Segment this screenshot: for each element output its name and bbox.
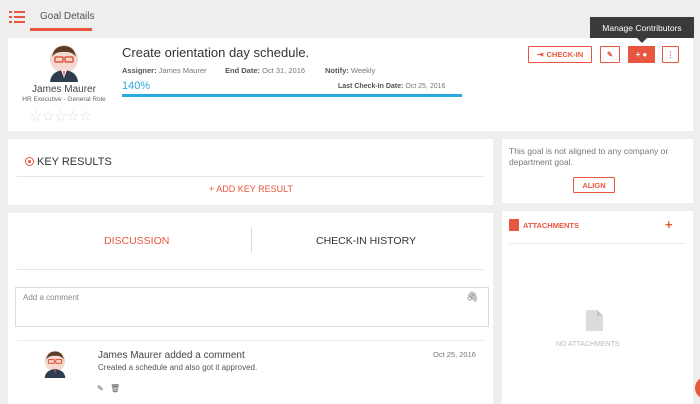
divider — [17, 340, 484, 341]
target-icon — [25, 157, 34, 166]
attachments-card — [502, 211, 693, 404]
tab-goal-details[interactable]: Goal Details — [40, 11, 94, 22]
edit-comment-pencil-icon[interactable]: ✎ — [97, 384, 104, 393]
add-key-result-link[interactable]: + ADD KEY RESULT — [209, 184, 293, 194]
align-button[interactable]: ALIGN — [573, 177, 615, 193]
user-icon: ● — [642, 50, 648, 59]
comment-text: Created a schedule and also got it appro… — [98, 363, 258, 372]
tab-separator — [251, 227, 252, 253]
comment-placeholder: Add a comment — [23, 293, 80, 302]
end-date-label: End Date: — [225, 66, 261, 75]
key-results-card — [8, 139, 493, 205]
owner-role: HR Executive - General Role — [22, 96, 106, 103]
last-checkin: Last Check-In Date: Oct 25, 2016 — [338, 83, 445, 90]
add-attachment-plus-icon[interactable]: + — [665, 217, 673, 232]
alignment-message: This goal is not aligned to any company … — [509, 146, 669, 167]
star-icon[interactable]: ☆ — [54, 108, 67, 125]
notify-value: Weekly — [350, 66, 376, 75]
star-icon[interactable]: ☆ — [41, 108, 54, 125]
assigner-meta: Assigner: James Maurer — [122, 66, 207, 75]
owner-name: James Maurer — [32, 84, 96, 95]
empty-file-icon — [586, 310, 603, 331]
edit-goal-button[interactable]: ✎ — [600, 46, 620, 63]
end-date-meta: End Date: Oct 31, 2016 — [225, 66, 305, 75]
notify-meta: Notify: Weekly — [325, 66, 375, 75]
last-checkin-value: Oct 25, 2016 — [405, 83, 446, 90]
progress-percent: 140% — [122, 80, 151, 92]
end-date-value: Oct 31, 2016 — [262, 66, 306, 75]
attachments-title: ATTACHMENTS — [523, 221, 579, 230]
attach-clip-icon[interactable]: 🖇 — [466, 292, 479, 303]
last-checkin-label: Last Check-In Date: — [338, 83, 404, 90]
pencil-icon: ✎ — [606, 50, 614, 59]
owner-avatar[interactable] — [47, 44, 81, 82]
star-icon[interactable]: ☆ — [29, 108, 42, 125]
chat-launcher-button[interactable] — [695, 377, 700, 399]
tab-discussion[interactable]: DISCUSSION — [104, 235, 169, 247]
check-in-icon: ⇥ — [536, 50, 544, 59]
divider — [17, 176, 484, 177]
no-attachments-text: NO ATTACHMENTS — [556, 341, 620, 348]
check-in-label: CHECK-IN — [546, 50, 584, 59]
key-results-title: KEY RESULTS — [37, 156, 112, 168]
notify-label: Notify: — [325, 66, 349, 75]
attachment-file-icon — [509, 219, 519, 231]
comment-author-line: James Maurer added a comment — [98, 350, 245, 361]
manage-contributors-tooltip: Manage Contributors — [590, 17, 694, 38]
assigner-value: James Maurer — [158, 66, 207, 75]
goal-title: Create orientation day schedule. — [122, 45, 310, 60]
progress-bar — [122, 94, 462, 97]
check-in-button[interactable]: ⇥ CHECK-IN — [528, 46, 592, 63]
manage-contributors-button[interactable]: + ● — [628, 46, 655, 63]
comment-avatar — [44, 350, 66, 378]
star-icon[interactable]: ☆ — [66, 108, 79, 125]
rating-stars[interactable]: ☆☆☆☆☆ — [29, 107, 92, 125]
star-icon[interactable]: ☆ — [79, 108, 92, 125]
tab-check-in-history[interactable]: CHECK-IN HISTORY — [316, 235, 416, 247]
more-vertical-icon: ⋮ — [666, 50, 675, 59]
list-menu-icon[interactable] — [9, 11, 25, 23]
comment-input[interactable] — [15, 287, 489, 327]
divider — [17, 269, 484, 270]
assigner-label: Assigner: — [122, 66, 157, 75]
delete-comment-trash-icon[interactable]: 🗑 — [110, 384, 120, 393]
comment-date: Oct 25, 2016 — [433, 350, 476, 359]
add-contributor-label: + — [635, 50, 641, 59]
more-options-button[interactable]: ⋮ — [662, 46, 679, 63]
tooltip-arrow — [637, 38, 647, 43]
divider — [509, 243, 686, 244]
active-tab-indicator — [30, 28, 92, 31]
